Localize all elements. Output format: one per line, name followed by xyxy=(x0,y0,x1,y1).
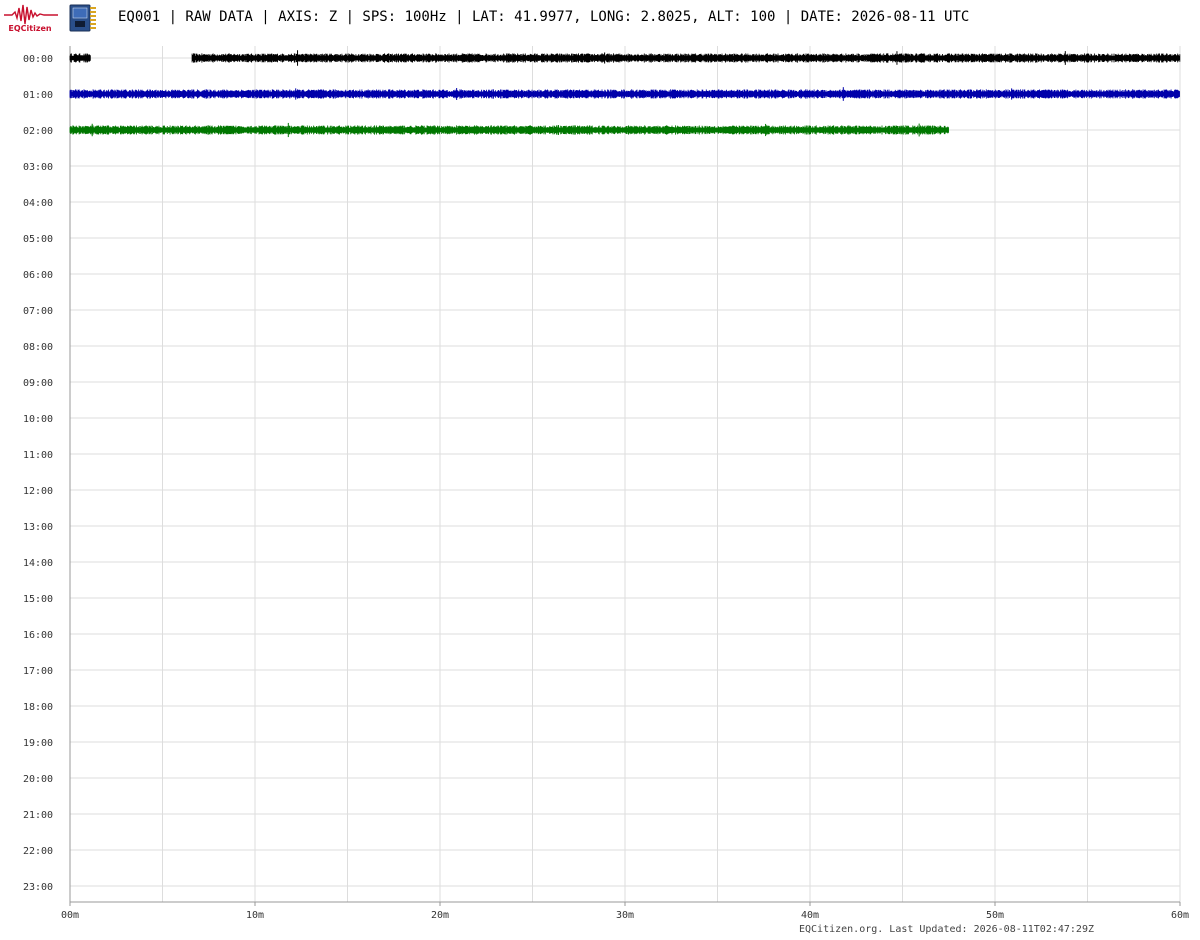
y-tick-label: 11:00 xyxy=(23,450,53,461)
y-tick-label: 22:00 xyxy=(23,846,53,857)
y-tick-label: 14:00 xyxy=(23,558,53,569)
helicorder-chart: 00:00 01:00 02:00 03:00 04:00 05:00 06:00 07:00… xyxy=(23,46,1189,921)
x-tick-label: 00m xyxy=(61,910,79,921)
y-tick-label: 09:00 xyxy=(23,378,53,389)
trace-segment xyxy=(191,53,1181,63)
x-tick-label: 10m xyxy=(246,910,264,921)
trace-0200 xyxy=(69,122,949,138)
y-tick-label: 17:00 xyxy=(23,666,53,677)
y-tick-label: 02:00 xyxy=(23,126,53,137)
y-tick-label: 12:00 xyxy=(23,486,53,497)
x-tick-label: 60m xyxy=(1171,910,1189,921)
y-tick-label: 05:00 xyxy=(23,234,53,245)
y-tick-label: 10:00 xyxy=(23,414,53,425)
y-tick-label: 03:00 xyxy=(23,162,53,173)
tick-labels: 00:00 01:00 02:00 03:00 04:00 05:00 06:00 07:00… xyxy=(23,54,1189,921)
footer-last-updated: EQCitizen.org. Last Updated: 2026-08-11T… xyxy=(798,924,1094,935)
y-tick-label: 23:00 xyxy=(23,882,53,893)
grid xyxy=(69,46,1181,902)
y-tick-label: 19:00 xyxy=(23,738,53,749)
y-tick-label: 13:00 xyxy=(23,522,53,533)
y-tick-label: 07:00 xyxy=(23,306,53,317)
y-tick-label: 01:00 xyxy=(23,90,53,101)
x-tick-label: 20m xyxy=(431,910,449,921)
y-tick-label: 16:00 xyxy=(23,630,53,641)
y-tick-label: 18:00 xyxy=(23,702,53,713)
y-tick-label: 15:00 xyxy=(23,594,53,605)
trace-segment xyxy=(69,89,1180,99)
trace-segment xyxy=(69,53,91,63)
x-tick-label: 40m xyxy=(801,910,819,921)
y-tick-label: 21:00 xyxy=(23,810,53,821)
y-tick-label: 04:00 xyxy=(23,198,53,209)
y-tick-label: 08:00 xyxy=(23,342,53,353)
y-tick-label: 20:00 xyxy=(23,774,53,785)
trace-segment xyxy=(69,125,949,135)
x-tick-label: 50m xyxy=(986,910,1004,921)
x-tick-label: 30m xyxy=(616,910,634,921)
y-tick-label: 00:00 xyxy=(23,54,53,65)
y-tick-label: 06:00 xyxy=(23,270,53,281)
